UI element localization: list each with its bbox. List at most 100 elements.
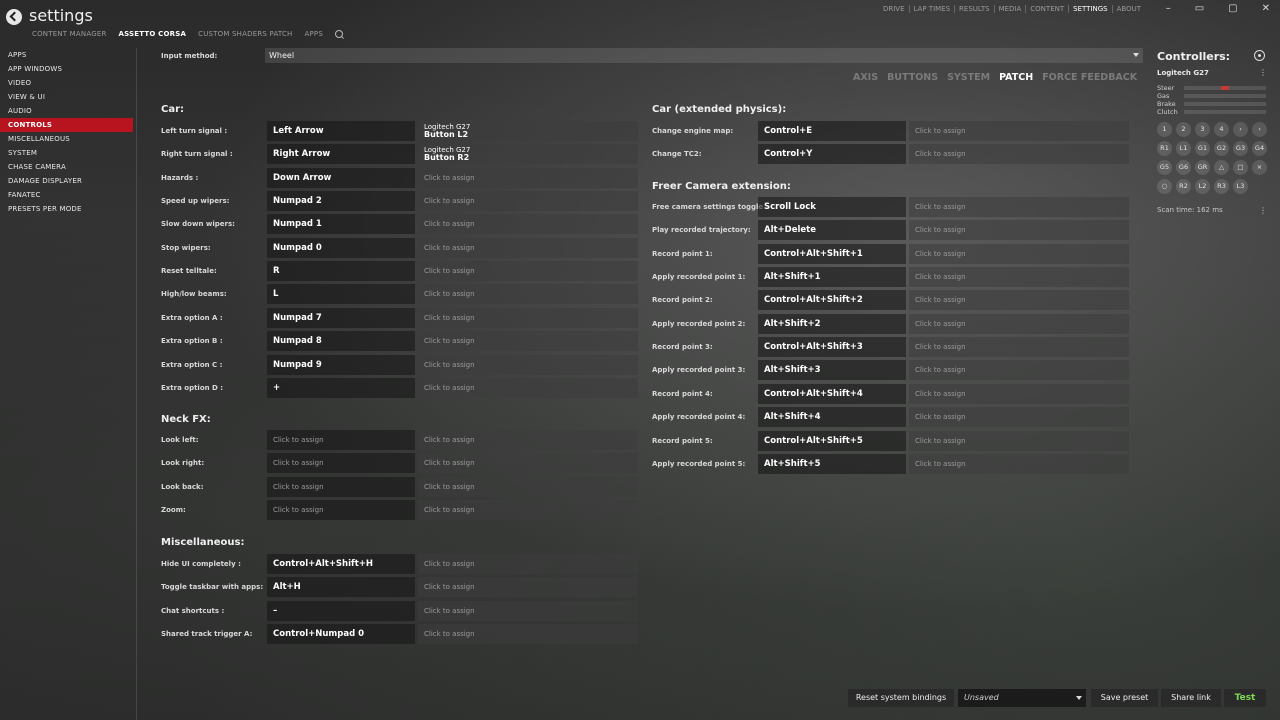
close-icon[interactable]: ✕ [1262, 3, 1270, 14]
primary-binding[interactable]: Left Arrow [267, 121, 415, 141]
secondary-binding[interactable]: Click to assign [418, 167, 638, 188]
secondary-binding[interactable]: Click to assign [418, 307, 638, 328]
sidebar-item[interactable]: AUDIO [0, 104, 133, 118]
secondary-binding[interactable]: Click to assign [418, 453, 638, 474]
tab[interactable]: BUTTONS [887, 72, 938, 83]
tab[interactable]: FORCE FEEDBACK [1042, 72, 1137, 83]
sidebar-item[interactable]: VIEW & UI [0, 90, 133, 104]
tab[interactable]: PATCH [999, 72, 1033, 83]
secondary-binding[interactable]: Click to assign [909, 197, 1129, 217]
secondary-binding[interactable]: Click to assign [909, 383, 1129, 404]
search-icon[interactable] [335, 30, 343, 38]
primary-binding[interactable]: Control+Numpad 0 [267, 624, 415, 645]
topnav-item[interactable]: RESULTS [955, 5, 995, 13]
primary-binding[interactable]: L [267, 284, 415, 305]
primary-binding[interactable]: Click to assign [267, 500, 415, 521]
secondary-binding[interactable]: Click to assign [909, 430, 1129, 451]
topnav-item[interactable]: MEDIA [995, 5, 1027, 13]
test-button[interactable]: Test [1224, 689, 1266, 707]
primary-binding[interactable]: Down Arrow [267, 167, 415, 188]
secondary-binding[interactable]: Click to assign [909, 407, 1129, 428]
secondary-binding[interactable]: Click to assign [909, 267, 1129, 288]
primary-binding[interactable]: Control+Alt+Shift+2 [758, 290, 906, 311]
save-preset-button[interactable]: Save preset [1091, 689, 1158, 707]
secondary-binding[interactable]: Click to assign [909, 243, 1129, 264]
sidebar-item[interactable]: PRESETS PER MODE [0, 202, 133, 216]
secondary-binding[interactable]: Click to assign [418, 331, 638, 352]
secondary-binding[interactable]: Click to assign [418, 261, 638, 282]
secondary-binding[interactable]: Click to assign [418, 500, 638, 521]
primary-binding[interactable]: Numpad 0 [267, 237, 415, 258]
sidebar-item[interactable]: FANATEC [0, 188, 133, 202]
secondary-binding[interactable]: Click to assign [909, 337, 1129, 358]
subnav-item[interactable]: ASSETTO CORSA [119, 30, 187, 38]
topnav-item[interactable]: CONTENT [1026, 5, 1070, 13]
primary-binding[interactable]: Alt+Shift+1 [758, 267, 906, 288]
secondary-binding[interactable]: Click to assign [418, 284, 638, 305]
primary-binding[interactable]: Alt+Shift+4 [758, 407, 906, 428]
primary-binding[interactable]: Click to assign [267, 476, 415, 497]
secondary-binding[interactable]: Logitech G27 Button R2 [418, 144, 638, 165]
secondary-binding[interactable]: Click to assign [418, 476, 638, 497]
tab[interactable]: SYSTEM [947, 72, 990, 83]
secondary-binding[interactable]: Click to assign [909, 453, 1129, 474]
primary-binding[interactable]: Numpad 9 [267, 354, 415, 375]
secondary-binding[interactable]: Click to assign [418, 191, 638, 212]
restore-icon[interactable]: ▭ [1195, 3, 1204, 14]
primary-binding[interactable]: Control+Alt+Shift+3 [758, 337, 906, 358]
primary-binding[interactable]: Numpad 7 [267, 307, 415, 328]
secondary-binding[interactable]: Click to assign [418, 354, 638, 375]
secondary-binding[interactable]: Click to assign [418, 430, 638, 450]
sidebar-item[interactable]: VIDEO [0, 76, 133, 90]
primary-binding[interactable]: Control+Alt+Shift+H [267, 554, 415, 574]
sidebar-item[interactable]: APP WINDOWS [0, 62, 133, 76]
secondary-binding[interactable]: Click to assign [418, 554, 638, 574]
primary-binding[interactable]: + [267, 377, 415, 398]
subnav-item[interactable]: CONTENT MANAGER [32, 30, 107, 38]
scan-options-icon[interactable]: ⋮ [1259, 206, 1267, 215]
secondary-binding[interactable]: Click to assign [909, 313, 1129, 334]
primary-binding[interactable]: Numpad 2 [267, 191, 415, 212]
input-method-select[interactable]: Wheel [265, 48, 1143, 63]
more-options-icon[interactable]: ⋮ [1259, 68, 1267, 77]
secondary-binding[interactable]: Click to assign [418, 624, 638, 645]
topnav-item[interactable]: DRIVE [879, 5, 910, 13]
topnav-item[interactable]: ABOUT [1113, 5, 1145, 13]
primary-binding[interactable]: Control+Alt+Shift+4 [758, 383, 906, 404]
primary-binding[interactable]: Control+Alt+Shift+1 [758, 243, 906, 264]
minimize-icon[interactable]: – [1166, 3, 1171, 14]
back-button[interactable] [6, 9, 22, 25]
share-link-button[interactable]: Share link [1161, 689, 1221, 707]
topnav-item[interactable]: LAP TIMES [910, 5, 956, 13]
secondary-binding[interactable]: Click to assign [909, 290, 1129, 311]
secondary-binding[interactable]: Click to assign [418, 600, 638, 621]
primary-binding[interactable]: Alt+H [267, 577, 415, 598]
gear-icon[interactable] [1254, 50, 1265, 61]
secondary-binding[interactable]: Click to assign [909, 360, 1129, 381]
primary-binding[interactable]: Click to assign [267, 430, 415, 450]
sidebar-item[interactable]: CHASE CAMERA [0, 160, 133, 174]
secondary-binding[interactable]: Click to assign [418, 237, 638, 258]
primary-binding[interactable]: Click to assign [267, 453, 415, 474]
maximize-icon[interactable]: ▢ [1228, 3, 1237, 14]
primary-binding[interactable]: Control+Alt+Shift+5 [758, 430, 906, 451]
primary-binding[interactable]: Numpad 1 [267, 214, 415, 235]
tab[interactable]: AXIS [853, 72, 878, 83]
sidebar-item[interactable]: DAMAGE DISPLAYER [0, 174, 133, 188]
secondary-binding[interactable]: Click to assign [909, 144, 1129, 165]
secondary-binding[interactable]: Click to assign [418, 214, 638, 235]
primary-binding[interactable]: Numpad 8 [267, 331, 415, 352]
secondary-binding[interactable]: Logitech G27 Button L2 [418, 121, 638, 141]
preset-select[interactable]: Unsaved [958, 689, 1086, 707]
primary-binding[interactable]: Scroll Lock [758, 197, 906, 217]
reset-system-bindings-button[interactable]: Reset system bindings [848, 689, 954, 707]
secondary-binding[interactable]: Click to assign [909, 121, 1129, 141]
sidebar-item[interactable]: SYSTEM [0, 146, 133, 160]
primary-binding[interactable]: Alt+Delete [758, 220, 906, 241]
primary-binding[interactable]: Alt+Shift+2 [758, 313, 906, 334]
primary-binding[interactable]: Right Arrow [267, 144, 415, 165]
sidebar-item[interactable]: APPS [0, 48, 133, 62]
secondary-binding[interactable]: Click to assign [909, 220, 1129, 241]
primary-binding[interactable]: – [267, 600, 415, 621]
subnav-item[interactable]: APPS [305, 30, 323, 38]
